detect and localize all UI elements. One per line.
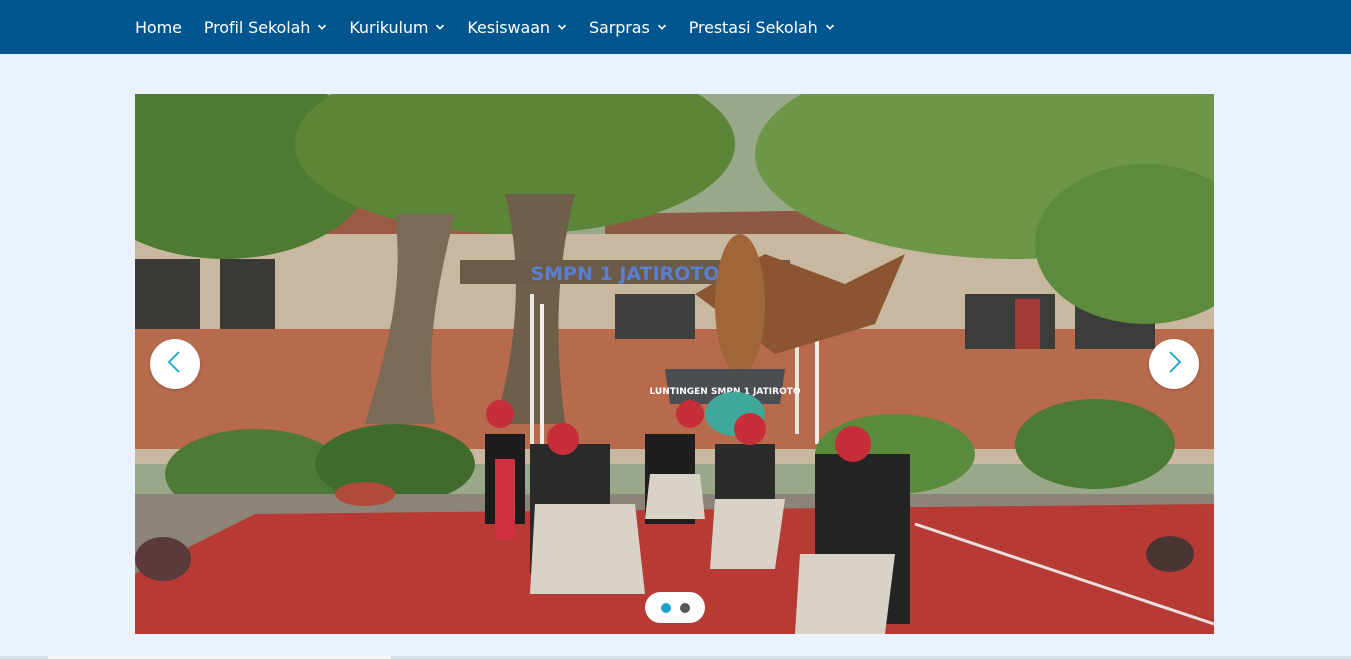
nav-item-label: Profil Sekolah <box>203 17 311 37</box>
nav-item-label: Kesiswaan <box>467 17 550 37</box>
chevron-left-icon <box>165 350 185 378</box>
carousel-next-button[interactable] <box>1149 339 1199 389</box>
carousel-dot-1[interactable] <box>660 602 671 613</box>
carousel-dot-2[interactable] <box>679 602 690 613</box>
nav-item-label: Home <box>135 17 182 37</box>
nav-menu: Home Profil Sekolah Kurikulum Kesiswaan … <box>135 0 857 54</box>
nav-item-kurikulum[interactable]: Kurikulum <box>349 18 445 37</box>
sign-text: SMPN 1 JATIROTO <box>530 263 719 285</box>
nav-item-label: Sarpras <box>588 17 650 37</box>
nav-item-label: Prestasi Sekolah <box>688 17 818 37</box>
carousel-pagination <box>645 592 705 623</box>
slide-photo: SMPN 1 JATIROTO LUNTINGEN SMPN 1 JATIROT… <box>135 94 1214 634</box>
nav-item-prestasi-sekolah[interactable]: Prestasi Sekolah <box>689 18 835 37</box>
top-navbar: Home Profil Sekolah Kurikulum Kesiswaan … <box>0 0 1351 54</box>
chevron-down-icon <box>435 22 445 32</box>
nav-item-profil-sekolah[interactable]: Profil Sekolah <box>204 18 327 37</box>
nav-item-home[interactable]: Home <box>135 18 182 37</box>
nav-item-label: Kurikulum <box>349 17 429 37</box>
nav-item-kesiswaan[interactable]: Kesiswaan <box>467 18 567 37</box>
chevron-down-icon <box>825 22 835 32</box>
chevron-down-icon <box>557 22 567 32</box>
chevron-down-icon <box>317 22 327 32</box>
chevron-down-icon <box>657 22 667 32</box>
chevron-right-icon <box>1164 350 1184 378</box>
nav-item-sarpras[interactable]: Sarpras <box>589 18 667 37</box>
carousel-prev-button[interactable] <box>150 339 200 389</box>
image-carousel: SMPN 1 JATIROTO LUNTINGEN SMPN 1 JATIROT… <box>135 94 1214 634</box>
